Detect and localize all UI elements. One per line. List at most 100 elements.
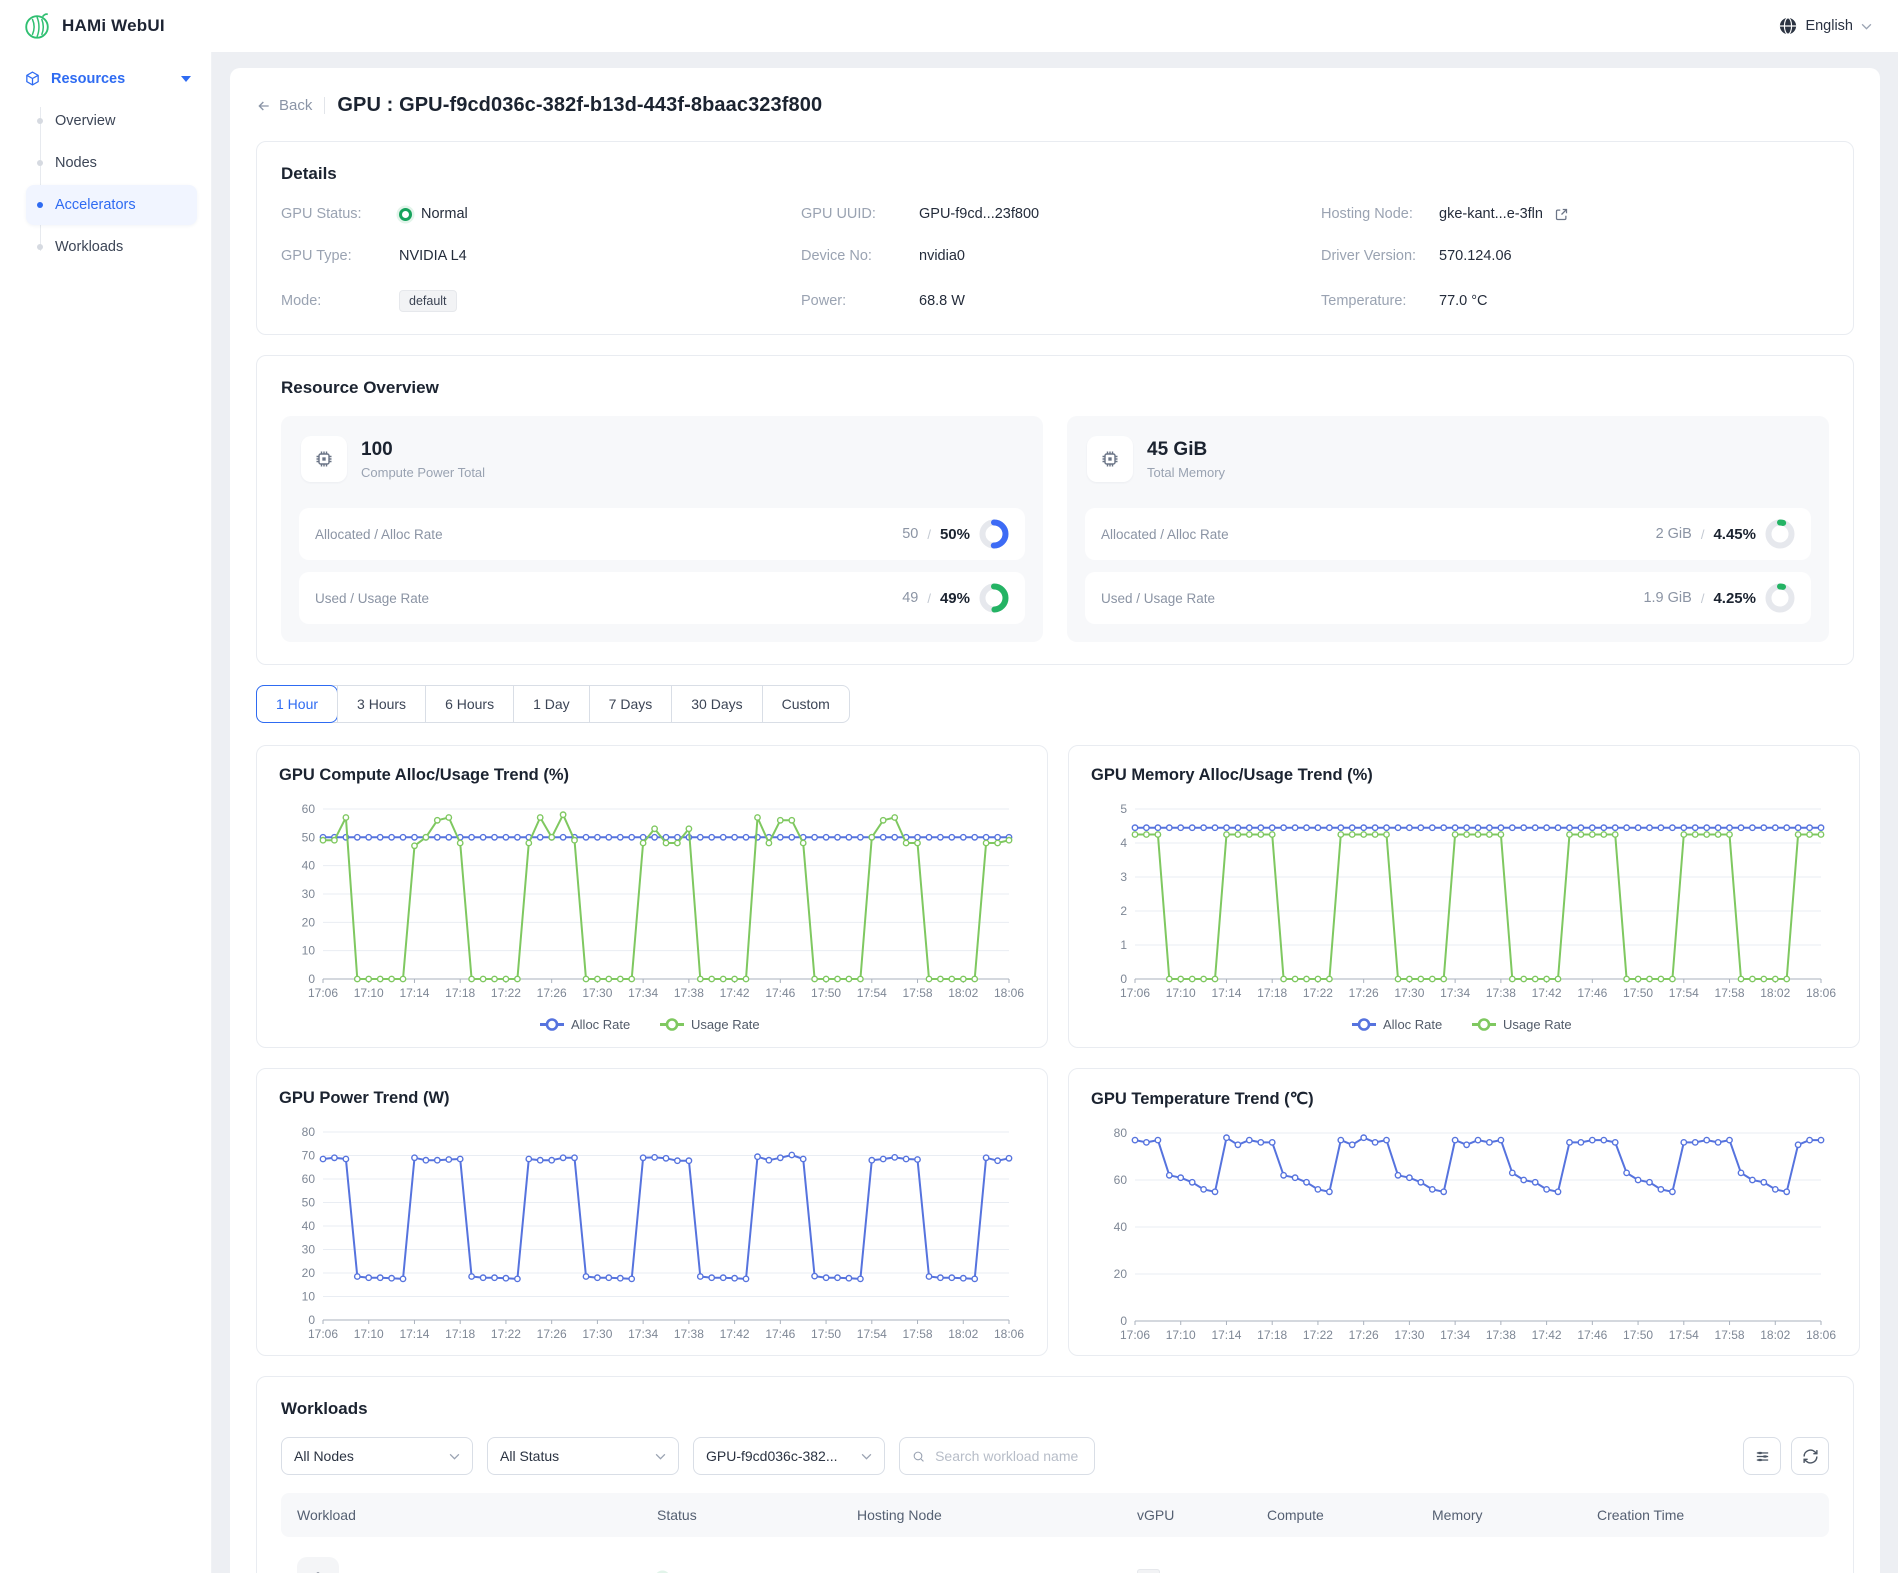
svg-text:17:10: 17:10 xyxy=(1166,986,1196,1000)
page-title: GPU : GPU-f9cd036c-382f-b13d-443f-8baac3… xyxy=(337,94,822,117)
svg-text:17:14: 17:14 xyxy=(1211,1328,1241,1342)
compute-usage-row: Used / Usage Rate 49 / 49% xyxy=(299,572,1025,624)
refresh-button[interactable] xyxy=(1791,1437,1829,1475)
charts-row-2: GPU Power Trend (W) 0102030405060708017:… xyxy=(256,1068,1854,1356)
mode-tag: default xyxy=(399,290,457,312)
memory-trend-chart: 01234517:0617:1017:1417:1817:2217:2617:3… xyxy=(1091,797,1837,1039)
svg-text:17:10: 17:10 xyxy=(1166,1328,1196,1342)
tab-6-hours[interactable]: 6 Hours xyxy=(425,686,513,722)
svg-text:20: 20 xyxy=(302,915,316,929)
sidebar-item-accelerators[interactable]: Accelerators xyxy=(26,185,197,225)
svg-text:17:18: 17:18 xyxy=(1257,986,1287,1000)
cube-icon xyxy=(24,70,41,87)
svg-text:17:54: 17:54 xyxy=(1669,1328,1699,1342)
table-header-row: Workload Status Hosting Node vGPU Comput… xyxy=(281,1493,1829,1537)
svg-text:17:58: 17:58 xyxy=(1715,986,1745,1000)
detail-power: Power: 68.8 W xyxy=(801,290,1309,312)
svg-text:70: 70 xyxy=(302,1149,316,1163)
svg-text:17:14: 17:14 xyxy=(1211,986,1241,1000)
content-panel: Back GPU : GPU-f9cd036c-382f-b13d-443f-8… xyxy=(230,68,1880,1573)
svg-text:17:30: 17:30 xyxy=(1394,1328,1424,1342)
status-filter-select[interactable]: All Status xyxy=(487,1437,679,1475)
workload-node: gke-kant...e-3fln xyxy=(841,1537,1121,1573)
svg-text:18:02: 18:02 xyxy=(1760,1328,1790,1342)
workload-search[interactable] xyxy=(899,1437,1095,1475)
memory-alloc-row: Allocated / Alloc Rate 2 GiB / 4.45% xyxy=(1085,508,1811,560)
svg-text:17:42: 17:42 xyxy=(1532,986,1562,1000)
gpu-filter-select[interactable]: GPU-f9cd036c-382... xyxy=(693,1437,885,1475)
svg-text:17:10: 17:10 xyxy=(354,986,384,1000)
nodes-filter-select[interactable]: All Nodes xyxy=(281,1437,473,1475)
workload-memory: 2 GiB xyxy=(1416,1537,1581,1573)
svg-text:17:50: 17:50 xyxy=(811,1327,841,1341)
svg-text:17:46: 17:46 xyxy=(1577,986,1607,1000)
svg-text:18:06: 18:06 xyxy=(1806,986,1836,1000)
svg-text:17:46: 17:46 xyxy=(765,1327,795,1341)
svg-text:17:26: 17:26 xyxy=(1349,1328,1379,1342)
svg-text:17:54: 17:54 xyxy=(857,1327,887,1341)
svg-text:Usage Rate: Usage Rate xyxy=(1503,1017,1572,1032)
svg-text:Usage Rate: Usage Rate xyxy=(691,1017,760,1032)
svg-text:17:18: 17:18 xyxy=(1257,1328,1287,1342)
svg-text:17:34: 17:34 xyxy=(628,1327,658,1341)
svg-text:40: 40 xyxy=(302,1219,316,1233)
svg-text:18:02: 18:02 xyxy=(948,1327,978,1341)
compute-total-value: 100 xyxy=(361,439,485,461)
tab-1-day[interactable]: 1 Day xyxy=(513,686,589,722)
chevron-down-icon xyxy=(655,1453,666,1460)
tab-7-days[interactable]: 7 Days xyxy=(589,686,672,722)
search-input[interactable] xyxy=(933,1447,1082,1465)
column-settings-button[interactable] xyxy=(1743,1437,1781,1475)
sidebar-item-workloads[interactable]: Workloads xyxy=(26,227,197,267)
sidebar-item-overview[interactable]: Overview xyxy=(26,101,197,141)
svg-text:17:30: 17:30 xyxy=(582,1327,612,1341)
workloads-card: Workloads All Nodes All Status GPU-f9cd0… xyxy=(256,1376,1854,1573)
language-switcher[interactable]: English xyxy=(1779,17,1872,35)
details-title: Details xyxy=(281,164,1829,184)
detail-gpu-uuid: GPU UUID: GPU-f9cd...23f800 xyxy=(801,206,1309,222)
svg-text:40: 40 xyxy=(1114,1220,1128,1234)
svg-text:18:06: 18:06 xyxy=(994,986,1024,1000)
tab-custom[interactable]: Custom xyxy=(762,686,849,722)
temperature-trend-chart: 02040608017:0617:1017:1417:1817:2217:261… xyxy=(1091,1121,1837,1347)
svg-text:50: 50 xyxy=(302,1196,316,1210)
tab-30-days[interactable]: 30 Days xyxy=(671,686,761,722)
chevron-down-icon xyxy=(1861,23,1872,30)
svg-text:17:38: 17:38 xyxy=(1486,986,1516,1000)
col-compute: Compute xyxy=(1251,1493,1416,1537)
svg-text:4: 4 xyxy=(1120,836,1127,850)
svg-text:60: 60 xyxy=(1114,1173,1128,1187)
svg-text:Alloc Rate: Alloc Rate xyxy=(571,1017,630,1032)
svg-text:17:46: 17:46 xyxy=(1577,1328,1607,1342)
svg-text:17:22: 17:22 xyxy=(491,1327,521,1341)
memory-usage-row: Used / Usage Rate 1.9 GiB / 4.25% xyxy=(1085,572,1811,624)
svg-text:17:06: 17:06 xyxy=(1120,986,1150,1000)
compute-usage-donut xyxy=(979,583,1009,613)
sidebar-item-nodes[interactable]: Nodes xyxy=(26,143,197,183)
svg-text:17:30: 17:30 xyxy=(1394,986,1424,1000)
compute-power-card: 100 Compute Power Total Allocated / Allo… xyxy=(281,416,1043,642)
language-label: English xyxy=(1805,18,1853,34)
svg-text:0: 0 xyxy=(1120,972,1127,986)
charts-row-1: GPU Compute Alloc/Usage Trend (%) 010203… xyxy=(256,745,1854,1048)
svg-text:80: 80 xyxy=(302,1125,316,1139)
sidebar: Resources Overview Nodes Accelerators Wo… xyxy=(0,52,212,1573)
tab-3-hours[interactable]: 3 Hours xyxy=(337,686,425,722)
table-row[interactable]: gpuburn-...-lb77m Running gke-kant...e-3… xyxy=(281,1537,1829,1573)
svg-text:2: 2 xyxy=(1120,904,1127,918)
svg-text:30: 30 xyxy=(302,887,316,901)
memory-alloc-donut xyxy=(1765,519,1795,549)
compute-total-label: Compute Power Total xyxy=(361,465,485,480)
tab-1-hour[interactable]: 1 Hour xyxy=(257,686,337,722)
col-hosting-node: Hosting Node xyxy=(841,1493,1121,1537)
svg-text:20: 20 xyxy=(302,1266,316,1280)
svg-text:17:42: 17:42 xyxy=(1532,1328,1562,1342)
sidebar-section-resources[interactable]: Resources xyxy=(0,54,211,99)
svg-text:0: 0 xyxy=(308,1313,315,1327)
workloads-filters: All Nodes All Status GPU-f9cd036c-382... xyxy=(281,1437,1829,1475)
external-link-icon[interactable] xyxy=(1554,207,1569,222)
back-button[interactable]: Back xyxy=(256,97,312,114)
status-normal-icon xyxy=(399,208,412,221)
total-memory-card: 45 GiB Total Memory Allocated / Alloc Ra… xyxy=(1067,416,1829,642)
power-trend-chart: 0102030405060708017:0617:1017:1417:1817:… xyxy=(279,1120,1025,1346)
